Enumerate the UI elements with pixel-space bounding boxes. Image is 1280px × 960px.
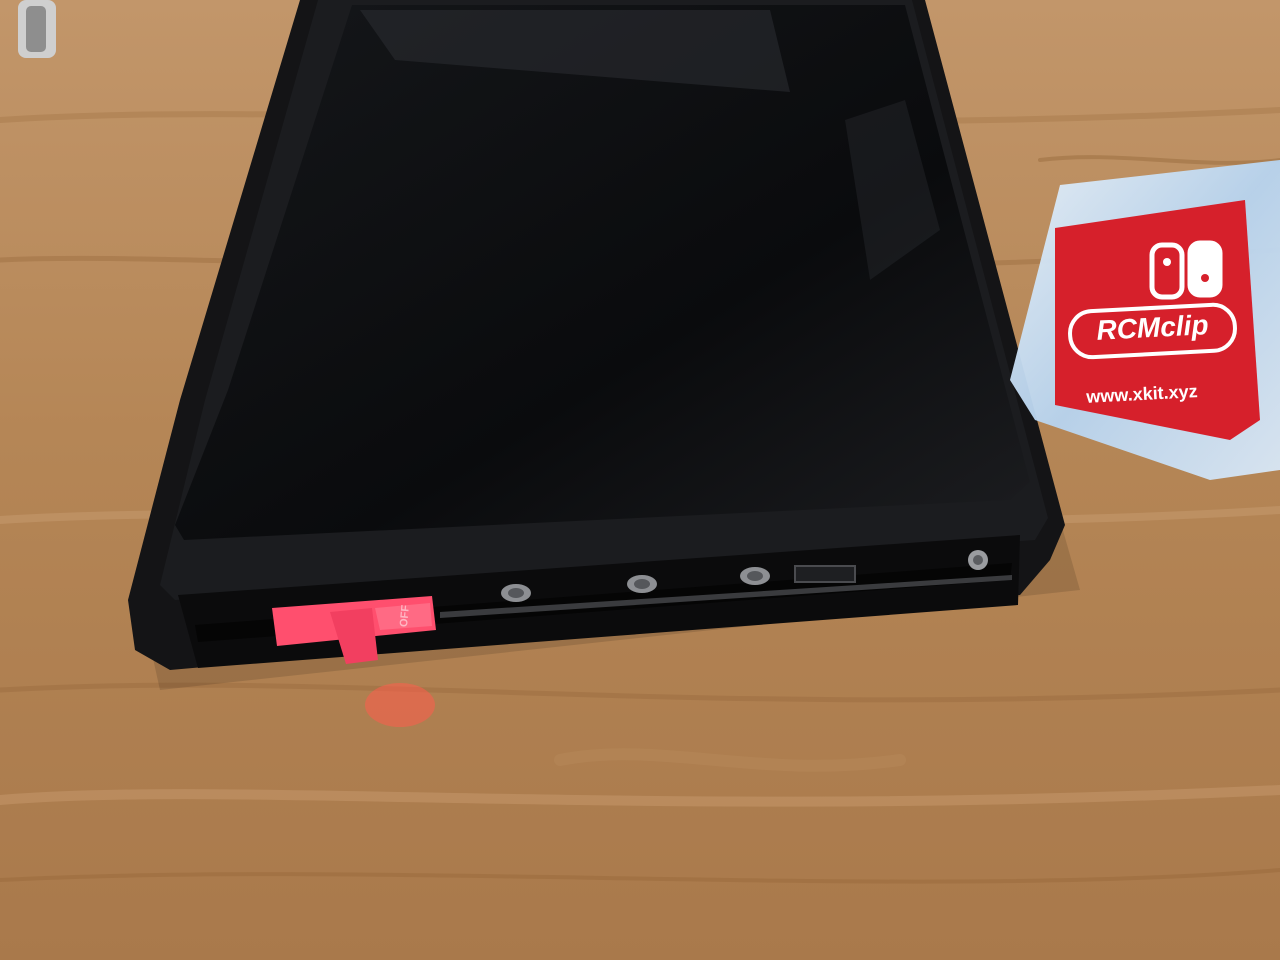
metal-object bbox=[18, 0, 56, 58]
photo-scene bbox=[0, 0, 1280, 960]
clip-tab-text: OFF bbox=[398, 604, 412, 628]
screw bbox=[968, 550, 988, 570]
rail-connector bbox=[794, 565, 856, 583]
screw bbox=[501, 584, 531, 602]
screw bbox=[740, 567, 770, 585]
screw bbox=[627, 575, 657, 593]
clip-glow bbox=[365, 683, 435, 727]
